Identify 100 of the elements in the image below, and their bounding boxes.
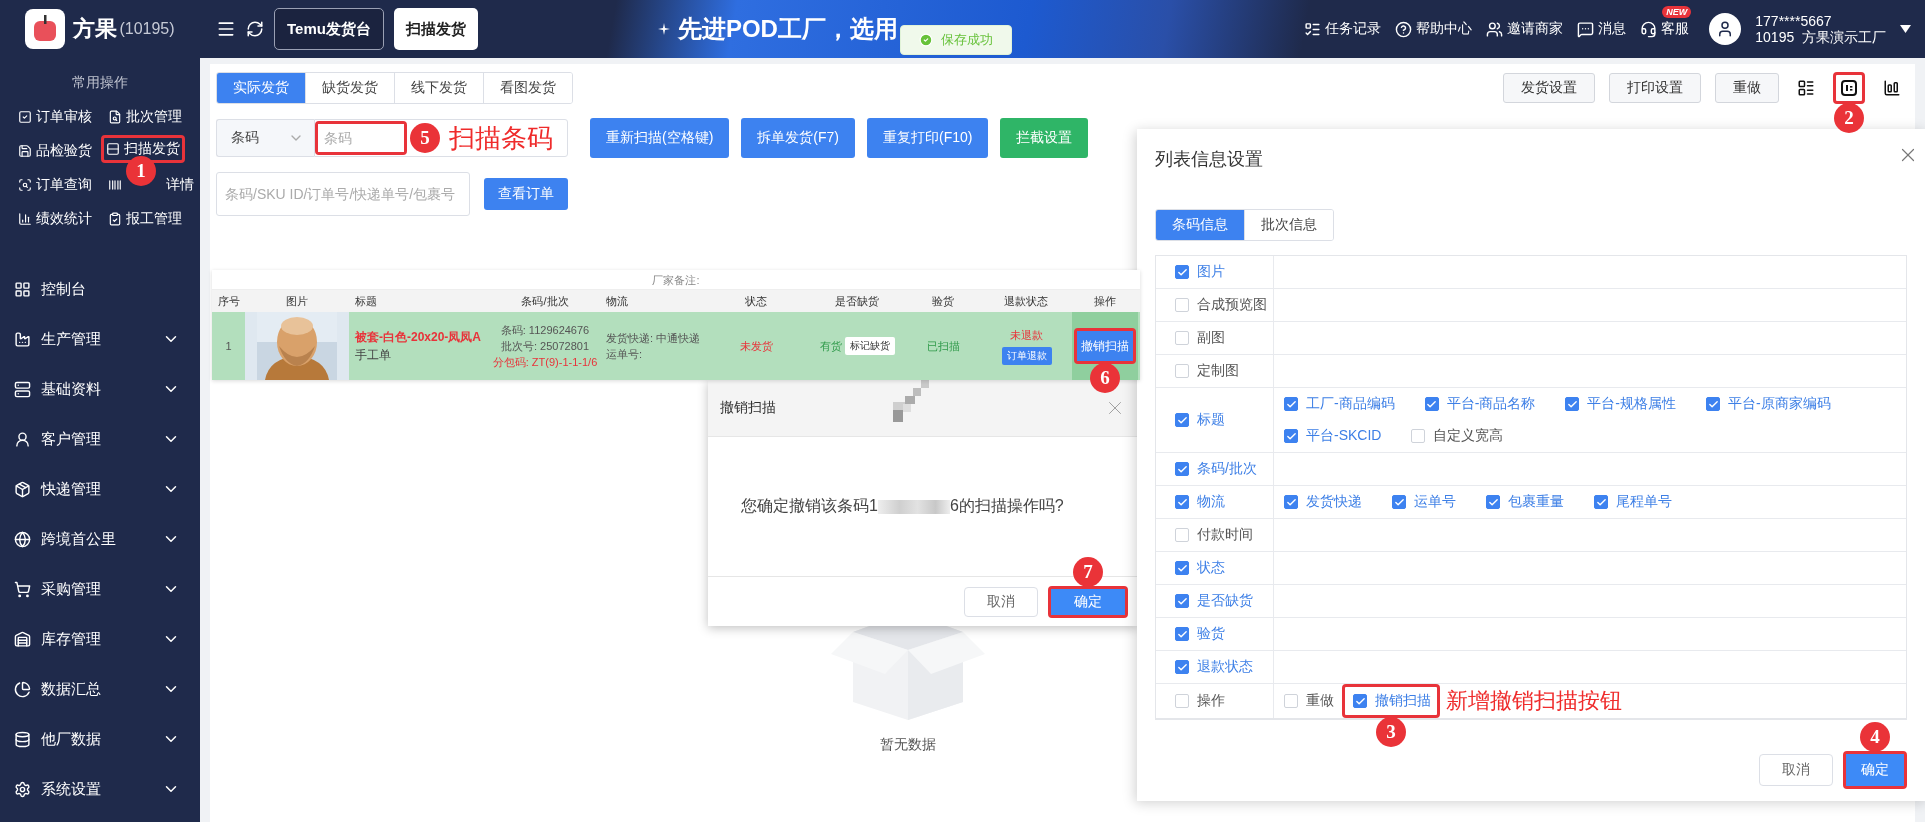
column-option[interactable]: 定制图 xyxy=(1175,355,1239,387)
column-option[interactable]: 操作 xyxy=(1175,685,1225,717)
field-option[interactable]: 运单号 xyxy=(1392,486,1456,518)
nav-item[interactable]: 他厂数据 xyxy=(0,714,200,764)
barcode-input[interactable]: 条码 xyxy=(318,124,404,152)
action-button[interactable]: 重复打印(F10) xyxy=(867,118,989,158)
cancel-button[interactable]: 取消 xyxy=(964,586,1038,617)
field-option[interactable]: 包裹重量 xyxy=(1486,486,1564,518)
undo-scan-button[interactable]: 撤销扫描 xyxy=(1077,331,1133,361)
page-tab[interactable]: Temu发货台 xyxy=(274,8,384,50)
checkbox[interactable] xyxy=(1284,397,1298,411)
column-option[interactable]: 条码/批次 xyxy=(1175,453,1257,485)
field-option[interactable]: 发货快递 xyxy=(1284,486,1362,518)
toast-text: 保存成功 xyxy=(941,31,993,49)
page-tab[interactable]: 扫描发货 xyxy=(393,8,478,50)
nav-item[interactable]: 库存管理 xyxy=(0,614,200,664)
users-icon xyxy=(1486,20,1504,38)
account-id: (10195) xyxy=(119,20,175,38)
refresh-icon[interactable] xyxy=(246,20,264,38)
field-option[interactable]: 自定义宽高 xyxy=(1411,420,1504,452)
field-option[interactable]: 撤销扫描 xyxy=(1345,687,1437,715)
nav-item[interactable]: 数据汇总 xyxy=(0,664,200,714)
column-option[interactable]: 退款状态 xyxy=(1175,651,1253,683)
nav-item[interactable]: 生产管理 xyxy=(0,314,200,364)
header-link[interactable]: 任务记录 xyxy=(1304,20,1382,38)
nav-item[interactable]: 基础资料 xyxy=(0,364,200,414)
column-header: 是否缺货 xyxy=(834,293,880,309)
toolbar-button[interactable]: 发货设置 xyxy=(1503,73,1595,103)
field-option[interactable]: 平台-原商家编码 xyxy=(1706,388,1831,420)
checkbox[interactable] xyxy=(1175,594,1189,608)
checkbox[interactable] xyxy=(1175,413,1189,427)
new-badge: NEW xyxy=(1662,6,1692,18)
checkbox[interactable] xyxy=(1706,397,1720,411)
checkbox[interactable] xyxy=(1175,561,1189,575)
header-link[interactable]: 邀请商家 xyxy=(1486,20,1564,38)
type-select[interactable]: 条码 xyxy=(216,119,314,157)
nav-item[interactable]: 跨境首公里 xyxy=(0,514,200,564)
search-icon xyxy=(18,178,32,192)
checkbox[interactable] xyxy=(1175,495,1189,509)
checkbox[interactable] xyxy=(1594,495,1608,509)
tab[interactable]: 实际发货 xyxy=(217,73,306,103)
header-link[interactable]: 客服 xyxy=(1640,20,1690,38)
quick-action[interactable]: 绩效统计 xyxy=(16,208,94,230)
checkbox[interactable] xyxy=(1175,627,1189,641)
banner-text: 先进POD工厂，选用 xyxy=(677,14,898,44)
mark-shortage-button[interactable]: 标记缺货 xyxy=(844,337,895,355)
checkbox[interactable] xyxy=(1486,495,1500,509)
field-option[interactable]: 工厂-商品编码 xyxy=(1284,388,1395,420)
user-org: 10195 方果演示工厂 xyxy=(1755,29,1886,45)
column-option[interactable]: 副图 xyxy=(1175,322,1225,354)
action-button[interactable]: 拆单发货(F7) xyxy=(741,118,855,158)
quick-action[interactable]: 批次管理 xyxy=(106,106,184,128)
column-header: 退款状态 xyxy=(1003,293,1049,309)
search-field[interactable]: 条码/SKU ID/订单号/快递单号/包裹号 xyxy=(216,172,470,216)
header-link[interactable]: 消息 xyxy=(1577,20,1627,38)
checkbox[interactable] xyxy=(1392,495,1406,509)
refund-button[interactable]: 订单退款 xyxy=(1002,346,1052,365)
quick-action[interactable]: 订单审核 xyxy=(16,106,94,128)
checkbox[interactable] xyxy=(1175,265,1189,279)
column-header: 状态 xyxy=(744,293,768,309)
column-option[interactable]: 标题 xyxy=(1175,404,1225,436)
nav-item[interactable]: 快递管理 xyxy=(0,464,200,514)
header-link[interactable]: 帮助中心 xyxy=(1395,20,1473,38)
checkbox[interactable] xyxy=(1175,462,1189,476)
field-option[interactable]: 重做 xyxy=(1284,685,1334,717)
nav-item[interactable]: 采购管理 xyxy=(0,564,200,614)
column-option[interactable]: 图片 xyxy=(1175,256,1225,288)
toolbar-button[interactable]: 重做 xyxy=(1715,73,1779,103)
settings-icon xyxy=(14,780,31,798)
checkbox[interactable] xyxy=(1565,397,1580,411)
avatar[interactable] xyxy=(1709,13,1742,45)
quick-action[interactable]: 品检验货 xyxy=(16,140,94,162)
column-option[interactable]: 物流 xyxy=(1175,486,1225,518)
quick-action[interactable]: 订单查询 xyxy=(16,174,94,196)
menu-icon[interactable] xyxy=(216,19,236,39)
tab[interactable]: 条码信息 xyxy=(1156,210,1245,240)
column-option[interactable]: 付款时间 xyxy=(1175,519,1253,551)
field-option[interactable]: 平台-规格属性 xyxy=(1565,388,1676,420)
checkbox[interactable] xyxy=(1353,694,1367,708)
column-option[interactable]: 验货 xyxy=(1175,618,1225,650)
checkbox[interactable] xyxy=(1424,397,1439,411)
column-option[interactable]: 是否缺货 xyxy=(1175,585,1253,617)
nav-item[interactable]: 系统设置 xyxy=(0,764,200,814)
checkbox[interactable] xyxy=(1175,660,1189,674)
nav-item[interactable]: 控制台 xyxy=(0,264,200,314)
cancel-button[interactable]: 取消 xyxy=(1759,754,1833,786)
field-option[interactable]: 平台-SKCID xyxy=(1284,420,1382,452)
view-order-button[interactable]: 查看订单 xyxy=(484,178,568,210)
checkbox[interactable] xyxy=(1284,429,1298,443)
field-option[interactable]: 尾程单号 xyxy=(1594,486,1672,518)
quick-action[interactable]: 报工管理 xyxy=(106,208,184,230)
column-option[interactable]: 状态 xyxy=(1175,552,1225,584)
action-button[interactable]: 重新扫描(空格键) xyxy=(590,118,730,158)
nav-item[interactable]: 客户管理 xyxy=(0,414,200,464)
field-option[interactable]: 平台-商品名称 xyxy=(1424,388,1536,420)
quick-action[interactable]: 扫描发货 xyxy=(104,138,182,160)
toolbar-button[interactable]: 打印设置 xyxy=(1609,73,1701,103)
caret-icon[interactable] xyxy=(1900,25,1911,33)
checkbox[interactable] xyxy=(1284,495,1298,509)
column-option[interactable]: 合成预览图 xyxy=(1175,289,1267,321)
